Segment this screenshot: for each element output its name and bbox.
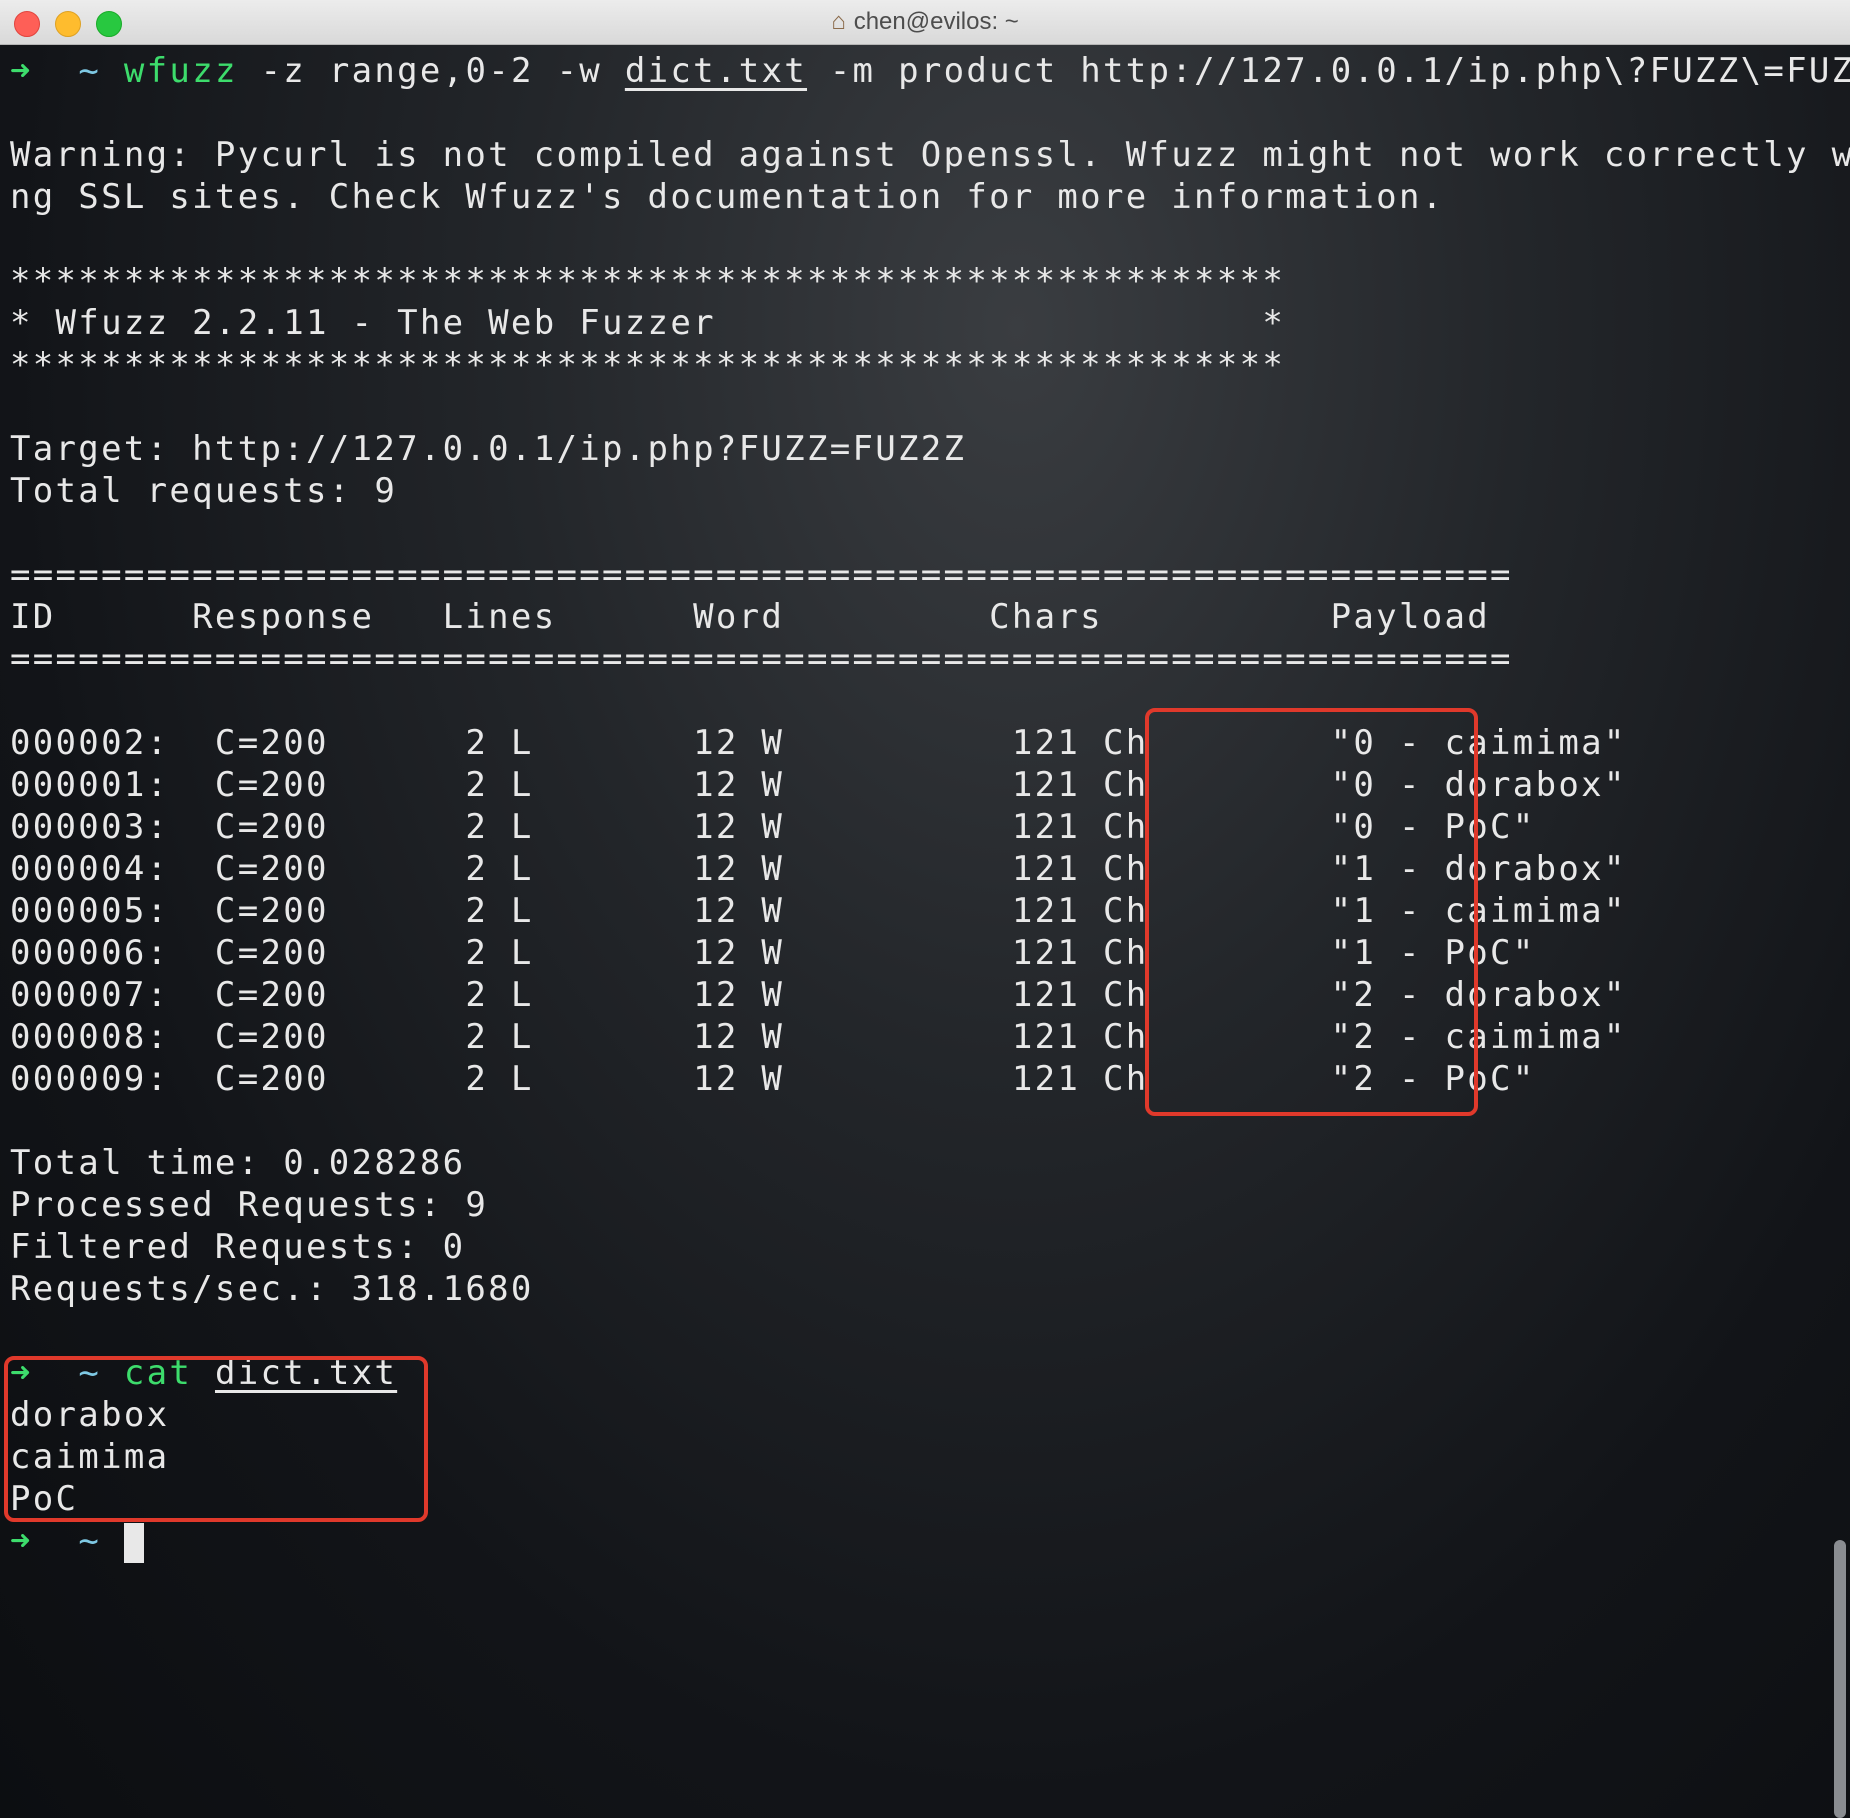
target-line-text: Target: http://127.0.0.1/ip.php?FUZZ=FUZ…	[10, 429, 967, 469]
summary-line-text: Processed Requests: 9	[10, 1185, 489, 1225]
terminal-window: ⌂ chen@evilos: ~ ➜ ~ wfuzz -z range,0-2 -…	[0, 0, 1850, 1818]
command-file: dict.txt	[624, 51, 808, 91]
window-title-text: chen@evilos: ~	[853, 8, 1019, 35]
table-row: 000006: C=200 2 L 12 W 121 Ch "1 - PoC"	[10, 932, 1830, 974]
table-row: 000001: C=200 2 L 12 W 121 Ch "0 - dorab…	[10, 764, 1830, 806]
warning-line: ng SSL sites. Check Wfuzz's documentatio…	[10, 176, 1830, 218]
separator-line-text: ========================================…	[10, 639, 1513, 679]
table-row: 000008: C=200 2 L 12 W 121 Ch "2 - caimi…	[10, 1016, 1830, 1058]
current-prompt-line: ➜ ~	[10, 1520, 1830, 1563]
terminal-cursor	[123, 1522, 144, 1563]
summary-line: Filtered Requests: 0	[10, 1226, 1830, 1268]
warning-line-text: Warning: Pycurl is not compiled against …	[10, 135, 1850, 175]
table-row: 000004: C=200 2 L 12 W 121 Ch "1 - dorab…	[10, 848, 1830, 890]
total-requests-line-text: Total requests: 9	[10, 471, 398, 511]
banner-line-text: ****************************************…	[10, 261, 1286, 301]
title-bar: ⌂ chen@evilos: ~	[0, 0, 1850, 45]
banner-line: ****************************************…	[10, 260, 1830, 302]
table-row: 000003: C=200 2 L 12 W 121 Ch "0 - PoC"	[10, 806, 1830, 848]
banner-line: * Wfuzz 2.2.11 - The Web Fuzzer *	[10, 302, 1830, 344]
banner-line: ****************************************…	[10, 344, 1830, 386]
summary-line-text: Total time: 0.028286	[10, 1143, 466, 1183]
payload-highlight-box	[1145, 708, 1478, 1116]
separator-line-text: ========================================…	[10, 555, 1513, 595]
banner-line-text: ****************************************…	[10, 345, 1286, 385]
table-row: 000007: C=200 2 L 12 W 121 Ch "2 - dorab…	[10, 974, 1830, 1016]
table-header: ID Response Lines Word Chars Payload	[10, 596, 1830, 638]
target-line: Target: http://127.0.0.1/ip.php?FUZZ=FUZ…	[10, 428, 1830, 470]
terminal-output[interactable]: ➜ ~ wfuzz -z range,0-2 -w dict.txt -m pr…	[10, 50, 1850, 1563]
dict-highlight-box	[4, 1356, 428, 1522]
home-icon: ⌂	[831, 8, 846, 35]
separator-line: ========================================…	[10, 554, 1830, 596]
table-row: 000009: C=200 2 L 12 W 121 Ch "2 - PoC"	[10, 1058, 1830, 1100]
warning-line-text: ng SSL sites. Check Wfuzz's documentatio…	[10, 177, 1445, 217]
window-title: ⌂ chen@evilos: ~	[0, 0, 1850, 44]
command-args: -z range,0-2 -w	[237, 51, 625, 91]
table-row: 000005: C=200 2 L 12 W 121 Ch "1 - caimi…	[10, 890, 1830, 932]
summary-line: Processed Requests: 9	[10, 1184, 1830, 1226]
command-name: wfuzz	[123, 51, 238, 91]
summary-line: Requests/sec.: 318.1680	[10, 1268, 1830, 1310]
table-header-text: ID Response Lines Word Chars Payload	[10, 597, 1491, 637]
total-requests-line: Total requests: 9	[10, 470, 1830, 512]
summary-line-text: Filtered Requests: 0	[10, 1227, 466, 1267]
prompt-arrow-icon: ➜	[10, 1521, 33, 1561]
separator-line: ========================================…	[10, 638, 1830, 680]
warning-line: Warning: Pycurl is not compiled against …	[10, 134, 1850, 176]
command-args: -m product http://127.0.0.1/ip.php\?FUZZ…	[807, 51, 1850, 91]
banner-line-text: * Wfuzz 2.2.11 - The Web Fuzzer *	[10, 303, 1286, 343]
prompt-cwd: ~	[78, 51, 102, 91]
summary-line-text: Requests/sec.: 318.1680	[10, 1269, 534, 1309]
scrollbar-thumb[interactable]	[1834, 1540, 1846, 1818]
prompt-cwd: ~	[78, 1521, 102, 1561]
summary-line: Total time: 0.028286	[10, 1142, 1830, 1184]
prompt-arrow-icon: ➜	[10, 51, 33, 91]
command-line-wfuzz: ➜ ~ wfuzz -z range,0-2 -w dict.txt -m pr…	[10, 50, 1850, 92]
table-row: 000002: C=200 2 L 12 W 121 Ch "0 - caimi…	[10, 722, 1830, 764]
